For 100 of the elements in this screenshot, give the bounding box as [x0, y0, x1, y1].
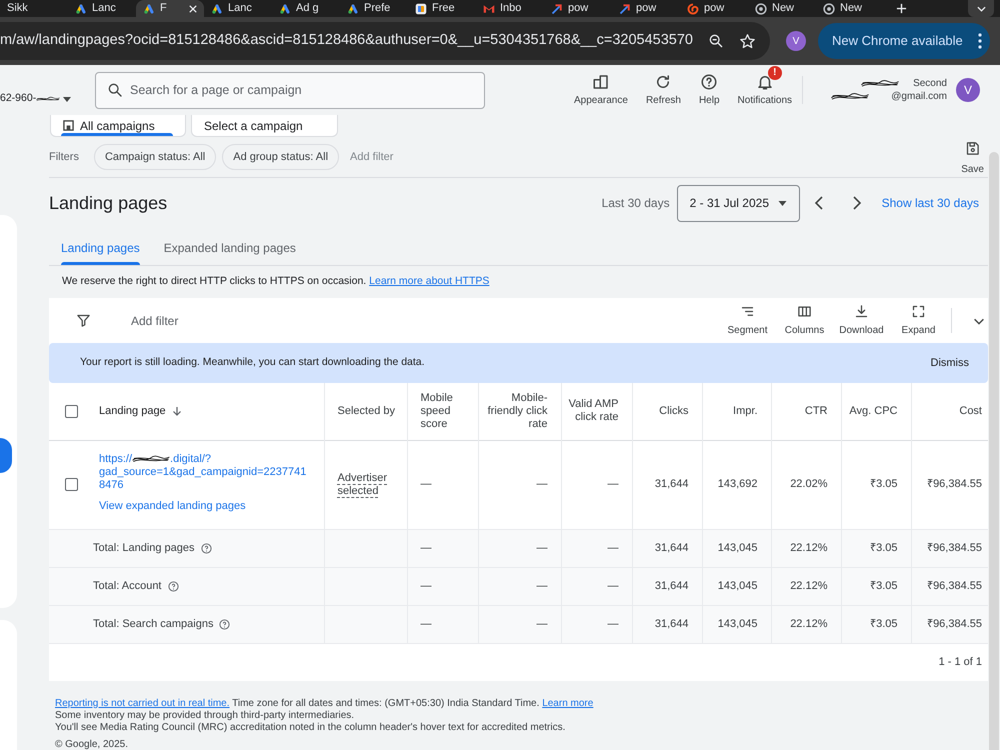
realtime-link[interactable]: Reporting is not carried out in real time. — [55, 698, 230, 708]
bars-logo-icon — [279, 2, 291, 14]
table-cell: — — [407, 605, 478, 643]
column-header[interactable]: Mobile speed score — [420, 392, 472, 431]
filter-chip[interactable]: Campaign status: All — [94, 144, 216, 170]
column-header[interactable]: Landing page — [99, 404, 166, 418]
learn-more-link[interactable]: Learn more — [542, 698, 594, 708]
star-icon[interactable] — [739, 32, 756, 50]
bell-icon — [756, 73, 774, 91]
help-icon[interactable] — [168, 580, 178, 592]
caret-down-icon[interactable] — [63, 96, 72, 102]
help-icon[interactable] — [219, 618, 230, 630]
sort-arrow-icon[interactable] — [172, 406, 182, 416]
column-header[interactable]: Valid AMP click rate — [566, 398, 618, 424]
plus-icon[interactable] — [896, 3, 907, 14]
table-cell: — — [561, 567, 632, 605]
appearance-button[interactable]: Appearance — [574, 65, 628, 107]
columns-icon — [797, 304, 812, 318]
table-cell: — — [407, 567, 478, 605]
banner-text: Your report is still loading. Meanwhile, you can start downloading the data. — [80, 355, 425, 370]
show-last-30-days-link[interactable]: Show last 30 days — [882, 194, 979, 212]
landing-page-link[interactable]: https:// .digital/?gad_source=1&gad_campaignid=22377418476 — [99, 452, 312, 492]
help-icon[interactable] — [200, 542, 212, 554]
address-bar[interactable]: m/aw/landingpages?ocid=815128486&ascid=815128486&authuser=0&__u=5304351768&__c=3205453570 — [0, 22, 770, 60]
mail-icon — [483, 2, 495, 14]
bars-logo-icon — [347, 2, 359, 14]
side-button[interactable] — [0, 438, 12, 473]
user-avatar[interactable]: V — [956, 78, 980, 102]
column-header[interactable]: Cost — [916, 404, 982, 418]
table-cell: ₹3.05 — [841, 605, 911, 643]
column-header[interactable]: Avg. CPC — [846, 404, 898, 418]
building-icon — [63, 120, 74, 131]
help-button[interactable]: Help — [698, 65, 720, 107]
filter-icon[interactable] — [76, 313, 91, 328]
browser-tab[interactable]: pow — [680, 0, 748, 17]
browser-tab[interactable]: Ad g — [272, 0, 340, 17]
account-email: @gmail.com — [891, 90, 947, 103]
browser-tab[interactable]: Lanc — [204, 0, 272, 17]
table-cell: — — [407, 529, 478, 567]
browser-tab[interactable]: pow — [544, 0, 612, 17]
filter-chip[interactable]: Ad group status: All — [222, 144, 340, 170]
add-filter-button[interactable]: Add filter — [131, 312, 178, 330]
checkbox[interactable] — [65, 478, 78, 491]
appearance-icon — [592, 73, 610, 91]
footer-note: You'll see Media Rating Council (MRC) accreditation noted in the column header's hover text for accredited metrics. — [55, 722, 566, 734]
table-cell: ₹96,384.55 — [911, 567, 988, 605]
refresh-button[interactable]: Refresh — [646, 65, 681, 107]
browser-tab[interactable]: pow — [612, 0, 680, 17]
scribble-icon — [36, 94, 60, 104]
tile-icon — [415, 2, 427, 14]
table-cell: ₹96,384.55 — [911, 529, 988, 567]
browser-tab[interactable]: Prefe — [340, 0, 408, 17]
column-header[interactable]: CTR — [776, 404, 828, 418]
column-header[interactable]: Selected by — [338, 404, 400, 418]
column-header[interactable]: Impr. — [706, 404, 758, 418]
browser-tab[interactable]: Sikk — [0, 0, 68, 17]
total-label: Total: Search campaigns — [93, 616, 214, 632]
browser-tab[interactable]: Free — [408, 0, 476, 17]
date-label: Last 30 days — [602, 195, 670, 212]
column-header[interactable]: Clicks — [636, 404, 688, 418]
columns-button[interactable]: Columns — [776, 304, 833, 338]
report-tab[interactable]: Landing pages — [49, 230, 152, 265]
browser-tab[interactable]: F — [136, 0, 204, 17]
search-field[interactable]: Search for a page or campaign — [95, 72, 485, 108]
tab-list-button[interactable] — [968, 0, 994, 17]
notifications-button[interactable]: ! Notifications — [738, 65, 792, 107]
learn-more-link[interactable]: Learn more about HTTPS — [369, 275, 490, 288]
segment-button[interactable]: Segment — [719, 304, 776, 338]
date-range-dropdown[interactable]: 2 - 31 Jul 2025 — [676, 184, 800, 222]
ring-icon — [823, 2, 835, 14]
total-label: Total: Landing pages — [93, 540, 195, 556]
notification-badge: ! — [768, 66, 782, 80]
download-button[interactable]: Download — [833, 304, 890, 338]
table-cell: — — [478, 605, 561, 643]
update-button[interactable]: New Chrome available — [818, 23, 990, 59]
ring-icon — [755, 2, 767, 14]
table-cell: — — [561, 529, 632, 567]
table-cell: — — [478, 567, 561, 605]
magnifier-icon[interactable] — [708, 33, 724, 49]
browser-tab[interactable]: Lanc — [68, 0, 136, 17]
save-button[interactable]: Save — [961, 137, 984, 177]
browser-tab[interactable]: New — [748, 0, 816, 17]
scope-tab[interactable]: All campaigns — [50, 115, 186, 137]
scope-tab[interactable]: Select a campaign — [191, 115, 338, 137]
column-header[interactable]: Mobile-friendly click rate — [482, 392, 548, 431]
expand-button[interactable]: Expand — [890, 304, 947, 338]
scrollbar-thumb[interactable] — [989, 152, 999, 750]
view-expanded-link[interactable]: View expanded landing pages — [99, 500, 246, 512]
browser-tab[interactable]: Inbo — [476, 0, 544, 17]
url-text: m/aw/landingpages?ocid=815128486&ascid=815128486&authuser=0&__u=5304351768&__c=3205453570 — [0, 31, 693, 50]
selected-by-text: Advertiser selected — [338, 472, 388, 496]
scribble-icon — [132, 454, 170, 464]
swirl-icon — [687, 2, 699, 14]
dismiss-button[interactable]: Dismiss — [930, 354, 969, 372]
footer-note: Some inventory may be provided through third-party intermediaries. — [55, 710, 356, 722]
checkbox[interactable] — [65, 404, 78, 418]
close-icon[interactable] — [189, 4, 197, 12]
profile-avatar[interactable]: V — [786, 31, 806, 51]
report-tab[interactable]: Expanded landing pages — [152, 230, 308, 265]
browser-tab[interactable]: New — [816, 0, 884, 17]
